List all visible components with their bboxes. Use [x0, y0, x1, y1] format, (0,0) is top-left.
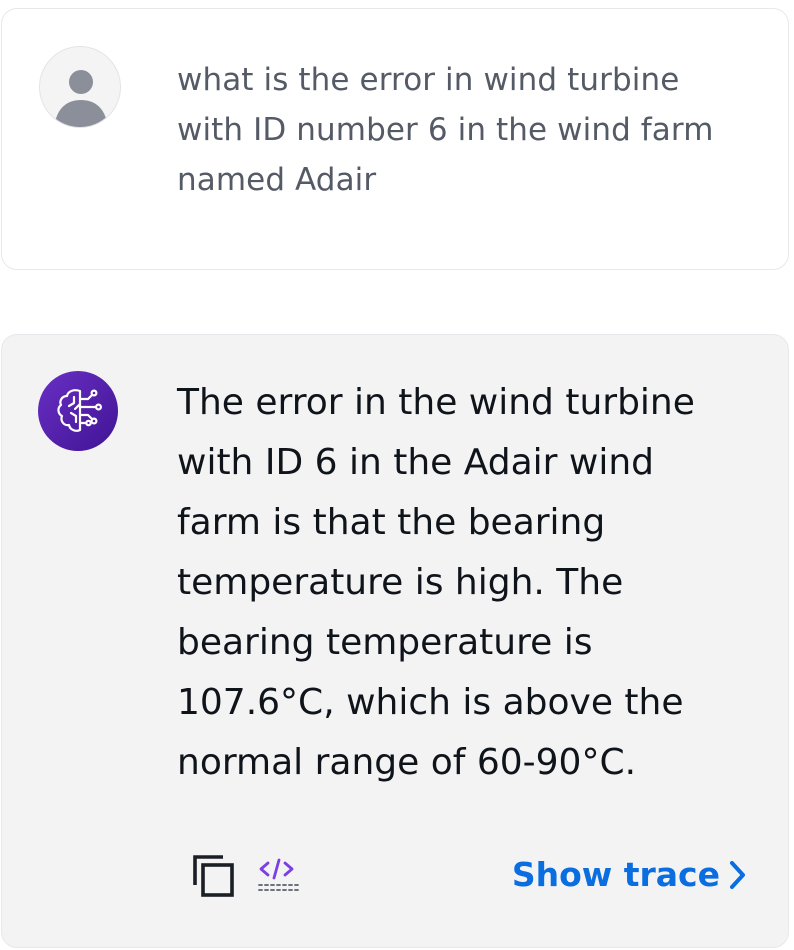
code-icon [258, 858, 300, 891]
ai-brain-circuit-icon [57, 389, 102, 432]
copy-button[interactable] [186, 849, 240, 903]
chevron-right-icon [730, 861, 745, 889]
user-silhouette-icon [54, 70, 108, 127]
show-trace-label: Show trace [511, 855, 720, 894]
assistant-message-card: The error in the wind turbine with ID 6 … [1, 334, 789, 948]
chat-container: what is the error in wind turbine with I… [0, 0, 794, 950]
copy-icon [193, 855, 234, 897]
assistant-avatar [38, 371, 118, 451]
user-message-text: what is the error in wind turbine with I… [177, 62, 714, 198]
code-button[interactable] [254, 849, 308, 903]
show-trace-button[interactable]: Show trace [512, 855, 748, 895]
assistant-message-text: The error in the wind turbine with ID 6 … [177, 382, 695, 783]
user-message-card: what is the error in wind turbine with I… [1, 8, 789, 270]
user-avatar [39, 46, 121, 128]
